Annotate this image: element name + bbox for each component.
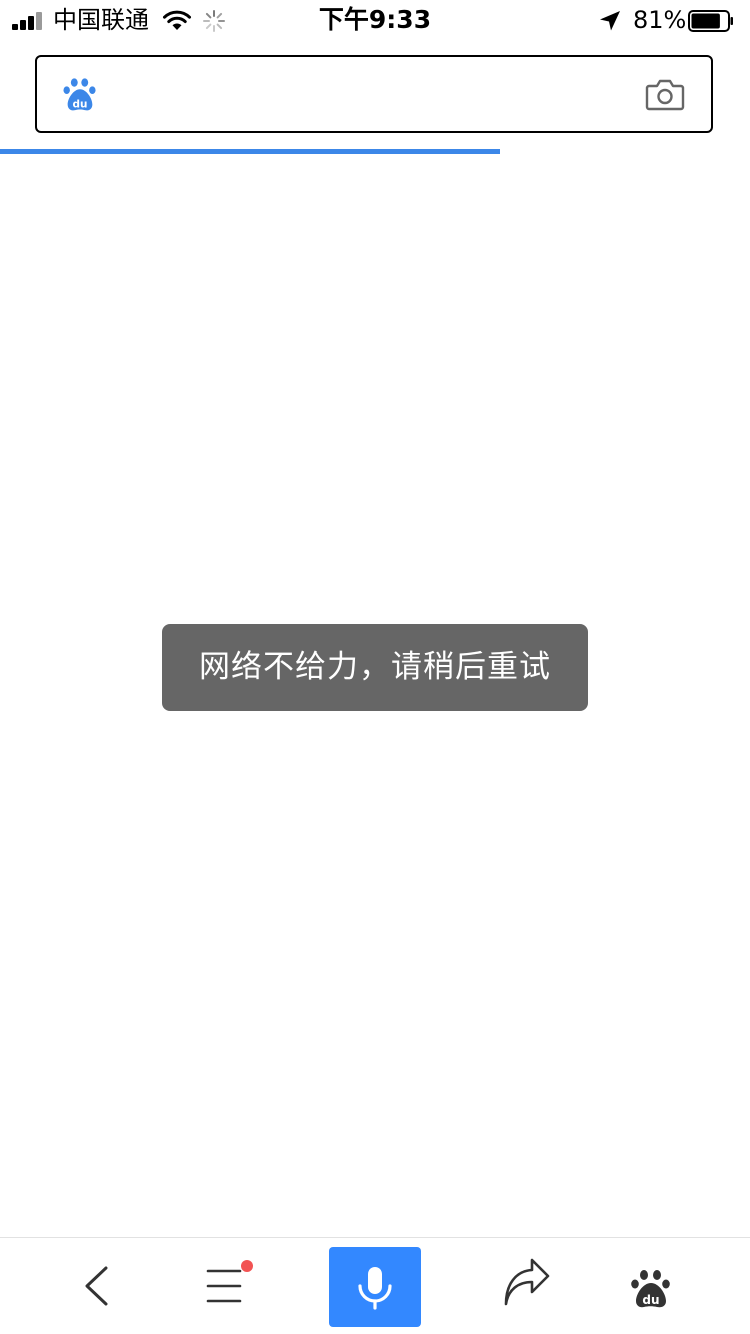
search-input[interactable] xyxy=(115,69,639,121)
svg-text:du: du xyxy=(73,98,88,110)
svg-text:du: du xyxy=(642,1293,659,1307)
search-box[interactable]: du xyxy=(35,55,713,133)
progress-fill xyxy=(0,149,501,154)
bottom-toolbar: du xyxy=(0,1237,750,1334)
screen: 中国联通 下午9:33 81% du 网络不给力，请稍后重试 du xyxy=(0,0,750,1334)
share-arrow-icon xyxy=(504,1258,550,1306)
baidu-paw-icon: du xyxy=(631,1270,670,1308)
voice-search-button[interactable] xyxy=(329,1247,421,1327)
battery-percent: 81% xyxy=(633,6,687,34)
notification-dot xyxy=(241,1260,253,1272)
page-loading-progress xyxy=(0,149,750,154)
menu-icon xyxy=(206,1269,242,1303)
baidu-paw-icon: du xyxy=(63,78,96,111)
back-chevron-icon xyxy=(85,1266,108,1306)
network-error-toast: 网络不给力，请稍后重试 xyxy=(162,624,588,711)
battery-icon xyxy=(688,10,733,32)
back-button[interactable] xyxy=(70,1238,122,1334)
microphone-icon xyxy=(358,1267,392,1310)
location-arrow-icon xyxy=(600,11,620,31)
menu-button[interactable] xyxy=(198,1238,258,1334)
baidu-home-button[interactable]: du xyxy=(626,1238,676,1334)
camera-icon[interactable] xyxy=(645,75,685,113)
share-button[interactable] xyxy=(500,1238,554,1334)
status-bar: 中国联通 下午9:33 81% xyxy=(0,0,750,40)
